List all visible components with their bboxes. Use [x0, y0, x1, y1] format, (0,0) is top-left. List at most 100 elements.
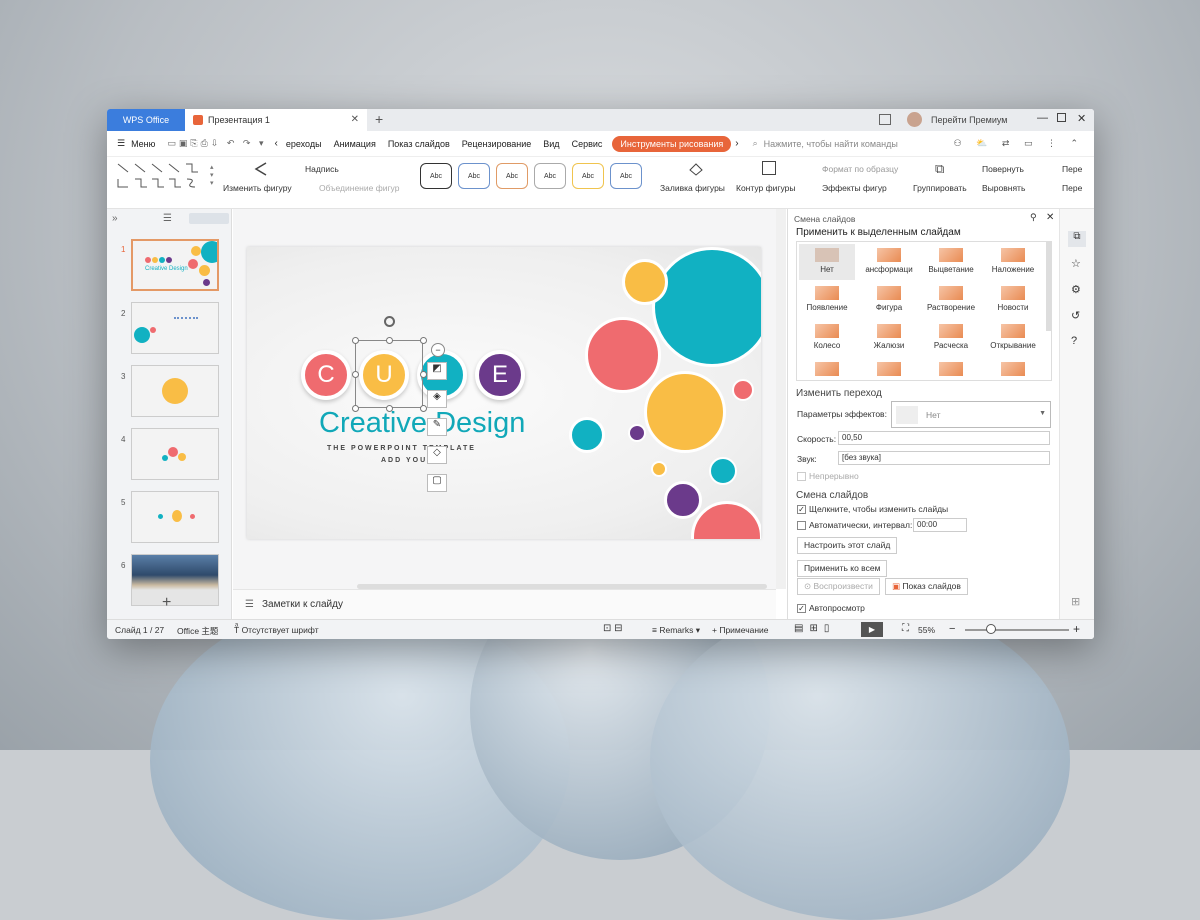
slide-thumbnail[interactable] [131, 365, 219, 417]
style-swatch[interactable]: Abc [572, 163, 604, 189]
shape-effects-button[interactable]: Эффекты фигур [822, 183, 887, 193]
hamburger-icon[interactable]: ☰ [107, 138, 131, 149]
sound-dropdown[interactable]: [без звука] [838, 451, 1050, 465]
tab-presentation[interactable]: Презентация 1 ✕ [185, 109, 367, 131]
list-view-icon[interactable]: ☰ [163, 213, 172, 224]
resize-handle[interactable] [352, 405, 359, 412]
letter-e-circle[interactable]: E [475, 350, 525, 400]
group-button[interactable]: Группировать [913, 183, 967, 193]
play-slideshow-icon[interactable]: ▶ [861, 622, 883, 637]
resize-handle[interactable] [352, 337, 359, 344]
gallery-scrollbar[interactable] [1046, 241, 1052, 331]
resize-handle[interactable] [420, 371, 427, 378]
letter-c-circle[interactable]: C [301, 350, 351, 400]
textbox-button[interactable]: Надпись [305, 164, 339, 174]
zoom-in-icon[interactable]: + [1073, 622, 1080, 636]
menu-button[interactable]: Меню [131, 139, 161, 149]
transition-fade[interactable]: Выцветание [923, 244, 979, 280]
slideshow-button[interactable]: ▣ Показ слайдов [885, 578, 968, 595]
resize-handle[interactable] [386, 337, 393, 344]
transition-news[interactable]: Новости [985, 282, 1041, 318]
pin-icon[interactable]: ⚲ [1030, 212, 1037, 223]
close-window-icon[interactable]: ✕ [1077, 112, 1086, 125]
change-shape-button[interactable]: Изменить фигуру [223, 183, 292, 193]
grid-icon[interactable]: ⊞ [1071, 595, 1080, 608]
align-button[interactable]: Выровнять [982, 183, 1025, 193]
shape-gallery[interactable] [115, 161, 215, 193]
view-mode-icons[interactable]: ▤⊞▯ [794, 623, 835, 634]
zoom-out-icon[interactable]: − [949, 623, 955, 635]
zoom-slider[interactable] [965, 629, 1069, 631]
fit-window-icon[interactable]: ⛶ [902, 623, 909, 634]
fill-bucket-icon[interactable]: ◇ [427, 446, 447, 464]
fit-icon[interactable]: ⊡ ⊟ [603, 623, 623, 634]
outline-square-icon[interactable]: ▢ [427, 474, 447, 492]
interval-field[interactable]: 00:00 [913, 518, 967, 532]
menu-item-transitions[interactable]: ереходы [280, 139, 328, 149]
canvas-vscrollbar[interactable] [776, 209, 786, 589]
style-swatch[interactable]: Abc [534, 163, 566, 189]
slide-thumbnail[interactable] [131, 554, 219, 606]
slide-subtitle[interactable]: THE POWERPOINT TEMPLATE [327, 445, 476, 452]
menu-item-view[interactable]: Вид [537, 139, 565, 149]
menu-item-tools[interactable]: Сервис [566, 139, 609, 149]
menu-item-animation[interactable]: Анимация [328, 139, 382, 149]
transition-dissolve[interactable]: Растворение [923, 282, 979, 318]
close-tab-icon[interactable]: ✕ [351, 114, 359, 125]
history-icon[interactable]: ↺ [1071, 309, 1080, 322]
zoom-level[interactable]: 55% [918, 625, 935, 635]
transition-item[interactable] [923, 358, 979, 380]
animation-icon[interactable]: ☆ [1071, 257, 1081, 270]
note-button[interactable]: + Примечание [712, 625, 769, 635]
tab-drawing-tools[interactable]: Инструменты рисования [612, 135, 732, 152]
layers-icon[interactable]: ◈ [427, 390, 447, 408]
rotate-handle-icon[interactable] [384, 316, 395, 327]
transition-item[interactable] [861, 358, 917, 380]
search-input[interactable]: Нажмите, чтобы найти команды [764, 139, 904, 149]
on-click-checkbox[interactable]: ✓ Щелкните, чтобы изменить слайды [797, 504, 948, 515]
transition-panel-icon[interactable]: ⧉ [1068, 231, 1086, 247]
window-mode-icon[interactable] [879, 114, 891, 125]
slide-thumbnail[interactable]: Creative Design [131, 239, 219, 291]
shape-style-icon[interactable]: ◩ [427, 362, 447, 380]
transition-wheel[interactable]: Колесо [799, 320, 855, 356]
scroll-left-icon[interactable]: ‹ [272, 138, 279, 149]
scroll-right-icon[interactable]: › [731, 138, 742, 149]
transition-open[interactable]: Открывание [985, 320, 1041, 356]
avatar[interactable] [907, 112, 922, 127]
transition-item[interactable] [799, 358, 855, 380]
tab-wps-office[interactable]: WPS Office [107, 109, 185, 131]
theme-name[interactable]: Office 主题 [177, 625, 218, 637]
transition-appear[interactable]: Появление [799, 282, 855, 318]
apply-all-button[interactable]: Применить ко всем [797, 560, 888, 577]
menu-item-slideshow[interactable]: Показ слайдов [382, 139, 456, 149]
missing-font[interactable]: Tͣ Отсутствует шрифт [234, 625, 319, 635]
panel-title[interactable]: Смена слайдов [794, 214, 855, 224]
slide-thumbnail[interactable] [131, 302, 219, 354]
minimize-icon[interactable]: — [1037, 112, 1048, 124]
style-swatch[interactable]: Abc [420, 163, 452, 189]
pen-icon[interactable]: ✎ [427, 418, 447, 436]
transition-none[interactable]: Нет [799, 244, 855, 280]
collapse-toolbar-icon[interactable]: − [431, 343, 445, 357]
slide-thumbnail[interactable] [131, 491, 219, 543]
collapse-panel-icon[interactable]: » [112, 213, 118, 224]
thumbnail-view-button[interactable] [189, 213, 229, 224]
shape-outline-button[interactable]: Контур фигуры [736, 183, 795, 193]
quick-access-icons[interactable]: ▭▣⎘⎙⇩ ↶ ↷ ▾ [161, 138, 272, 149]
style-swatch[interactable]: Abc [610, 163, 642, 189]
resize-handle[interactable] [352, 371, 359, 378]
rotate-button[interactable]: Повернуть [982, 164, 1024, 174]
resize-handle[interactable] [420, 337, 427, 344]
notes-bar[interactable]: ☰ Заметки к слайду [233, 589, 776, 619]
resize-handle[interactable] [420, 405, 427, 412]
transition-item[interactable] [985, 358, 1041, 380]
merge-shapes-button[interactable]: Объединение фигур [319, 183, 399, 193]
toolbar-right-icons[interactable]: ⚇ ⛅ ⇄ ▭ ⋮ ⌃ [948, 138, 1094, 149]
style-swatch[interactable]: Abc [458, 163, 490, 189]
move-backward-button[interactable]: Пере [1062, 183, 1082, 193]
add-slide-icon[interactable]: + [162, 594, 171, 612]
close-panel-icon[interactable]: ✕ [1046, 212, 1054, 223]
remarks-button[interactable]: ≡ Remarks ▾ [652, 625, 700, 636]
add-tab-icon[interactable]: + [375, 111, 383, 127]
